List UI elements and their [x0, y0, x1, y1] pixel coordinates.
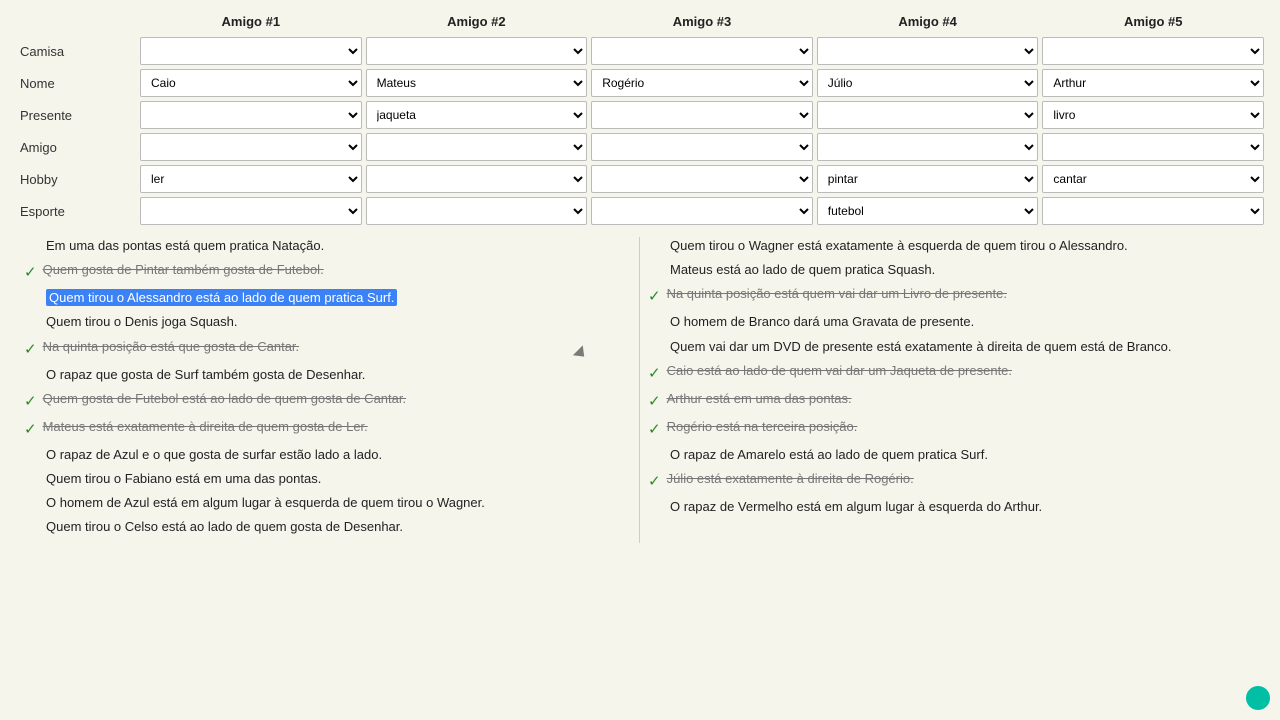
clue-left-7[interactable]: ✓ Quem gosta de Futebol está ao lado de … — [24, 390, 631, 412]
amigo-label: Amigo — [16, 133, 136, 161]
hobby-amigo4-select[interactable]: pintar — [817, 165, 1039, 193]
camisa-amigo4-select[interactable] — [817, 37, 1039, 65]
hobby-amigo1-select[interactable]: ler — [140, 165, 362, 193]
nome-label: Nome — [16, 69, 136, 97]
clues-right: Quem tirou o Wagner está exatamente à es… — [640, 237, 1264, 543]
esporte-amigo4-select[interactable]: futebol — [817, 197, 1039, 225]
hobby-amigo5-select[interactable]: cantar — [1042, 165, 1264, 193]
amigo-amigo2-select[interactable] — [366, 133, 588, 161]
amigo-amigo1-select[interactable] — [140, 133, 362, 161]
check-icon-r7: ✓ — [648, 391, 661, 412]
clue-left-5[interactable]: ✓ Na quinta posição está que gosta de Ca… — [24, 338, 631, 360]
presente-amigo4-select[interactable] — [817, 101, 1039, 129]
clue-left-2[interactable]: ✓ Quem gosta de Pintar também gosta de F… — [24, 261, 631, 283]
amigo-amigo4-select[interactable] — [817, 133, 1039, 161]
clue-right-8[interactable]: ✓ Rogério está na terceira posição. — [648, 418, 1256, 440]
esporte-label: Esporte — [16, 197, 136, 225]
esporte-amigo5-select[interactable] — [1042, 197, 1264, 225]
amigo3-header: Amigo #3 — [591, 10, 813, 33]
clue-right-9[interactable]: O rapaz de Amarelo está ao lado de quem … — [648, 446, 1256, 464]
nome-amigo3-select[interactable]: Rogério — [591, 69, 813, 97]
clue-left-4[interactable]: Quem tirou o Denis joga Squash. — [24, 313, 631, 331]
hobby-amigo3-select[interactable] — [591, 165, 813, 193]
presente-amigo1-select[interactable] — [140, 101, 362, 129]
check-icon-r10: ✓ — [648, 471, 661, 492]
clues-section: Em uma das pontas está quem pratica Nata… — [0, 237, 1280, 543]
clue-right-4[interactable]: O homem de Branco dará uma Gravata de pr… — [648, 313, 1256, 331]
presente-amigo3-select[interactable] — [591, 101, 813, 129]
presente-label: Presente — [16, 101, 136, 129]
clue-right-10[interactable]: ✓ Júlio está exatamente à direita de Rog… — [648, 470, 1256, 492]
amigo-amigo3-select[interactable] — [591, 133, 813, 161]
esporte-amigo2-select[interactable] — [366, 197, 588, 225]
presente-amigo5-select[interactable]: livro — [1042, 101, 1264, 129]
empty-header — [16, 10, 136, 33]
camisa-label: Camisa — [16, 37, 136, 65]
clue-left-10[interactable]: Quem tirou o Fabiano está em uma das pon… — [24, 470, 631, 488]
clue-right-3[interactable]: ✓ Na quinta posição está quem vai dar um… — [648, 285, 1256, 307]
clue-right-1[interactable]: Quem tirou o Wagner está exatamente à es… — [648, 237, 1256, 255]
check-icon-r3: ✓ — [648, 286, 661, 307]
camisa-amigo2-select[interactable] — [366, 37, 588, 65]
clue-left-8[interactable]: ✓ Mateus está exatamente à direita de qu… — [24, 418, 631, 440]
amigo2-header: Amigo #2 — [366, 10, 588, 33]
camisa-amigo5-select[interactable] — [1042, 37, 1264, 65]
clue-right-2[interactable]: Mateus está ao lado de quem pratica Squa… — [648, 261, 1256, 279]
presente-amigo2-select[interactable]: jaqueta — [366, 101, 588, 129]
clue-left-9[interactable]: O rapaz de Azul e o que gosta de surfar … — [24, 446, 631, 464]
nome-amigo5-select[interactable]: Arthur — [1042, 69, 1264, 97]
nome-amigo2-select[interactable]: Mateus — [366, 69, 588, 97]
camisa-amigo1-select[interactable] — [140, 37, 362, 65]
esporte-amigo3-select[interactable] — [591, 197, 813, 225]
check-icon-r6: ✓ — [648, 363, 661, 384]
amigo4-header: Amigo #4 — [817, 10, 1039, 33]
nome-amigo4-select[interactable]: Júlio — [817, 69, 1039, 97]
amigo-amigo5-select[interactable] — [1042, 133, 1264, 161]
clue-right-11[interactable]: O rapaz de Vermelho está em algum lugar … — [648, 498, 1256, 516]
clue-left-12[interactable]: Quem tirou o Celso está ao lado de quem … — [24, 518, 631, 536]
check-icon-r8: ✓ — [648, 419, 661, 440]
clue-right-5[interactable]: Quem vai dar um DVD de presente está exa… — [648, 338, 1256, 356]
hobby-amigo2-select[interactable] — [366, 165, 588, 193]
clue-left-11[interactable]: O homem de Azul está em algum lugar à es… — [24, 494, 631, 512]
grid-section: Amigo #1 Amigo #2 Amigo #3 Amigo #4 Amig… — [0, 0, 1280, 233]
hobby-label: Hobby — [16, 165, 136, 193]
clue-left-1[interactable]: Em uma das pontas está quem pratica Nata… — [24, 237, 631, 255]
clue-left-6[interactable]: O rapaz que gosta de Surf também gosta d… — [24, 366, 631, 384]
camisa-amigo3-select[interactable] — [591, 37, 813, 65]
esporte-amigo1-select[interactable] — [140, 197, 362, 225]
check-icon-l5: ✓ — [24, 339, 37, 360]
nome-amigo1-select[interactable]: Caio — [140, 69, 362, 97]
clues-left: Em uma das pontas está quem pratica Nata… — [16, 237, 640, 543]
clue-left-3[interactable]: Quem tirou o Alessandro está ao lado de … — [24, 289, 631, 307]
cursor-indicator — [1246, 686, 1270, 710]
check-icon-l8: ✓ — [24, 419, 37, 440]
amigo1-header: Amigo #1 — [140, 10, 362, 33]
check-icon-l7: ✓ — [24, 391, 37, 412]
amigo5-header: Amigo #5 — [1042, 10, 1264, 33]
clue-right-6[interactable]: ✓ Caio está ao lado de quem vai dar um J… — [648, 362, 1256, 384]
check-icon-l2: ✓ — [24, 262, 37, 283]
clue-right-7[interactable]: ✓ Arthur está em uma das pontas. — [648, 390, 1256, 412]
